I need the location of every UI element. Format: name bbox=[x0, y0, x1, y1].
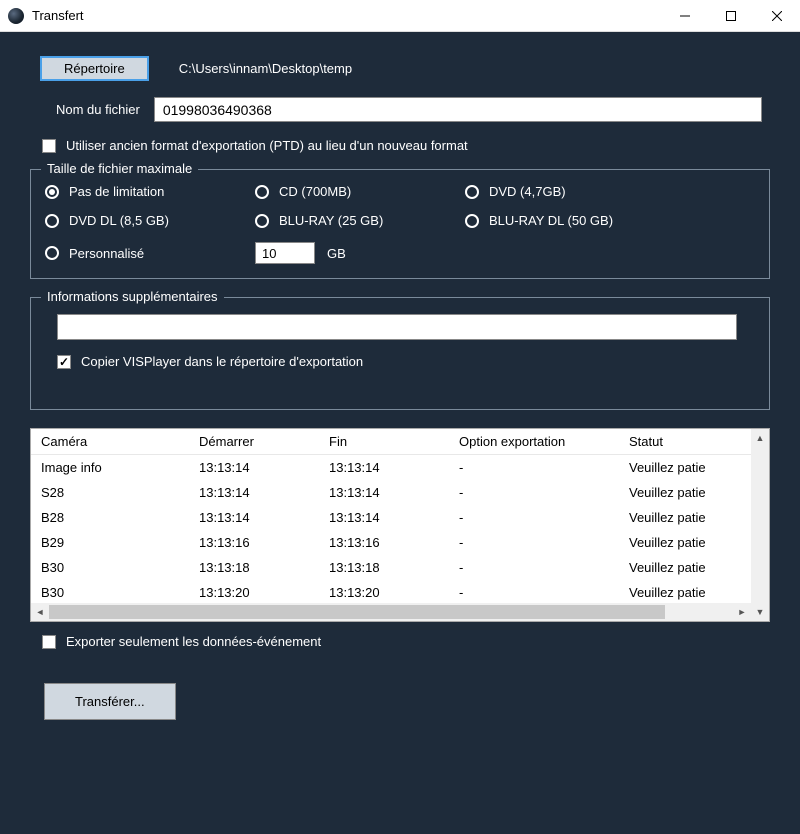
table-cell: Image info bbox=[31, 455, 189, 480]
titlebar: Transfert bbox=[0, 0, 800, 32]
table-cell: B28 bbox=[31, 505, 189, 530]
filename-input[interactable] bbox=[154, 97, 762, 122]
radio-bluray[interactable] bbox=[255, 214, 269, 228]
table-cell: 13:13:14 bbox=[189, 455, 319, 480]
table-cell: Veuillez patie bbox=[619, 580, 725, 605]
table-cell: 13:13:18 bbox=[319, 555, 449, 580]
old-format-checkbox[interactable] bbox=[42, 139, 56, 153]
table-cell: Veuillez patie bbox=[619, 505, 725, 530]
table-cell: Veuillez patie bbox=[619, 530, 725, 555]
maximize-button[interactable] bbox=[708, 0, 754, 32]
th-start[interactable]: Démarrer bbox=[189, 429, 319, 454]
hscroll-thumb[interactable] bbox=[49, 605, 665, 619]
table-cell: 13:13:14 bbox=[319, 455, 449, 480]
filename-label: Nom du fichier bbox=[56, 102, 140, 117]
table-row[interactable]: Image info13:13:1413:13:14-Veuillez pati… bbox=[31, 455, 751, 480]
table-cell: 13:13:20 bbox=[189, 580, 319, 605]
th-end[interactable]: Fin bbox=[319, 429, 449, 454]
close-button[interactable] bbox=[754, 0, 800, 32]
radio-cd-label: CD (700MB) bbox=[279, 184, 351, 199]
table-cell: - bbox=[449, 455, 619, 480]
th-export-option[interactable]: Option exportation bbox=[449, 429, 619, 454]
table-cell: - bbox=[449, 555, 619, 580]
table-cell: - bbox=[449, 505, 619, 530]
radio-bluraydl[interactable] bbox=[465, 214, 479, 228]
window-title: Transfert bbox=[32, 8, 662, 23]
custom-size-input[interactable] bbox=[255, 242, 315, 264]
directory-button[interactable]: Répertoire bbox=[40, 56, 149, 81]
radio-bluray-label: BLU-RAY (25 GB) bbox=[279, 213, 383, 228]
radio-dvd-label: DVD (4,7GB) bbox=[489, 184, 566, 199]
table-cell: 13:13:14 bbox=[319, 505, 449, 530]
table-cell: - bbox=[449, 480, 619, 505]
table-cell: 13:13:16 bbox=[319, 530, 449, 555]
extra-info-fieldset: Informations supplémentaires Copier VISP… bbox=[30, 297, 770, 410]
table-cell: 13:13:14 bbox=[189, 505, 319, 530]
radio-dvddl[interactable] bbox=[45, 214, 59, 228]
content-area: Répertoire C:\Users\innam\Desktop\temp N… bbox=[0, 32, 800, 834]
filesize-fieldset: Taille de fichier maximale Pas de limita… bbox=[30, 169, 770, 279]
minimize-button[interactable] bbox=[662, 0, 708, 32]
radio-no-limit[interactable] bbox=[45, 185, 59, 199]
radio-bluraydl-label: BLU-RAY DL (50 GB) bbox=[489, 213, 613, 228]
extra-info-legend: Informations supplémentaires bbox=[41, 289, 224, 304]
table-cell: 13:13:14 bbox=[189, 480, 319, 505]
radio-no-limit-label: Pas de limitation bbox=[69, 184, 164, 199]
filesize-legend: Taille de fichier maximale bbox=[41, 161, 198, 176]
app-icon bbox=[8, 8, 24, 24]
copy-player-checkbox[interactable] bbox=[57, 355, 71, 369]
scroll-up-icon[interactable]: ▲ bbox=[751, 429, 769, 447]
radio-cd[interactable] bbox=[255, 185, 269, 199]
transfer-button[interactable]: Transférer... bbox=[44, 683, 176, 720]
table-cell: 13:13:16 bbox=[189, 530, 319, 555]
table-cell: Veuillez patie bbox=[619, 555, 725, 580]
table-row[interactable]: B2913:13:1613:13:16-Veuillez patie bbox=[31, 530, 751, 555]
horizontal-scrollbar[interactable]: ◄ ► bbox=[31, 603, 751, 621]
table-cell: 13:13:18 bbox=[189, 555, 319, 580]
radio-dvd[interactable] bbox=[465, 185, 479, 199]
table-header: Caméra Démarrer Fin Option exportation S… bbox=[31, 429, 751, 455]
th-camera[interactable]: Caméra bbox=[31, 429, 189, 454]
radio-custom-label: Personnalisé bbox=[69, 246, 144, 261]
directory-path: C:\Users\innam\Desktop\temp bbox=[179, 61, 352, 76]
table-cell: - bbox=[449, 580, 619, 605]
scroll-down-icon[interactable]: ▼ bbox=[751, 603, 769, 621]
table-row[interactable]: S2813:13:1413:13:14-Veuillez patie bbox=[31, 480, 751, 505]
table-cell: B30 bbox=[31, 580, 189, 605]
table-cell: S28 bbox=[31, 480, 189, 505]
table-cell: Veuillez patie bbox=[619, 480, 725, 505]
vscroll-thumb[interactable] bbox=[751, 447, 769, 603]
table-cell: B30 bbox=[31, 555, 189, 580]
table-cell: - bbox=[449, 530, 619, 555]
custom-size-unit: GB bbox=[327, 246, 346, 261]
table-cell: Veuillez patie bbox=[619, 455, 725, 480]
table-row[interactable]: B3013:13:1813:13:18-Veuillez patie bbox=[31, 555, 751, 580]
table-row[interactable]: B2813:13:1413:13:14-Veuillez patie bbox=[31, 505, 751, 530]
radio-custom[interactable] bbox=[45, 246, 59, 260]
table-row[interactable]: B3013:13:2013:13:20-Veuillez patie bbox=[31, 580, 751, 605]
table-cell: 13:13:14 bbox=[319, 480, 449, 505]
th-status[interactable]: Statut bbox=[619, 429, 725, 454]
radio-dvddl-label: DVD DL (8,5 GB) bbox=[69, 213, 169, 228]
export-events-checkbox[interactable] bbox=[42, 635, 56, 649]
scroll-left-icon[interactable]: ◄ bbox=[31, 603, 49, 621]
copy-player-label: Copier VISPlayer dans le répertoire d'ex… bbox=[81, 354, 363, 369]
table-cell: 13:13:20 bbox=[319, 580, 449, 605]
export-events-label: Exporter seulement les données-événement bbox=[66, 634, 321, 649]
export-table: Caméra Démarrer Fin Option exportation S… bbox=[30, 428, 770, 622]
vertical-scrollbar[interactable]: ▲ ▼ bbox=[751, 429, 769, 621]
scroll-right-icon[interactable]: ► bbox=[733, 603, 751, 621]
old-format-label: Utiliser ancien format d'exportation (PT… bbox=[66, 138, 468, 153]
table-cell: B29 bbox=[31, 530, 189, 555]
extra-info-input[interactable] bbox=[57, 314, 737, 340]
